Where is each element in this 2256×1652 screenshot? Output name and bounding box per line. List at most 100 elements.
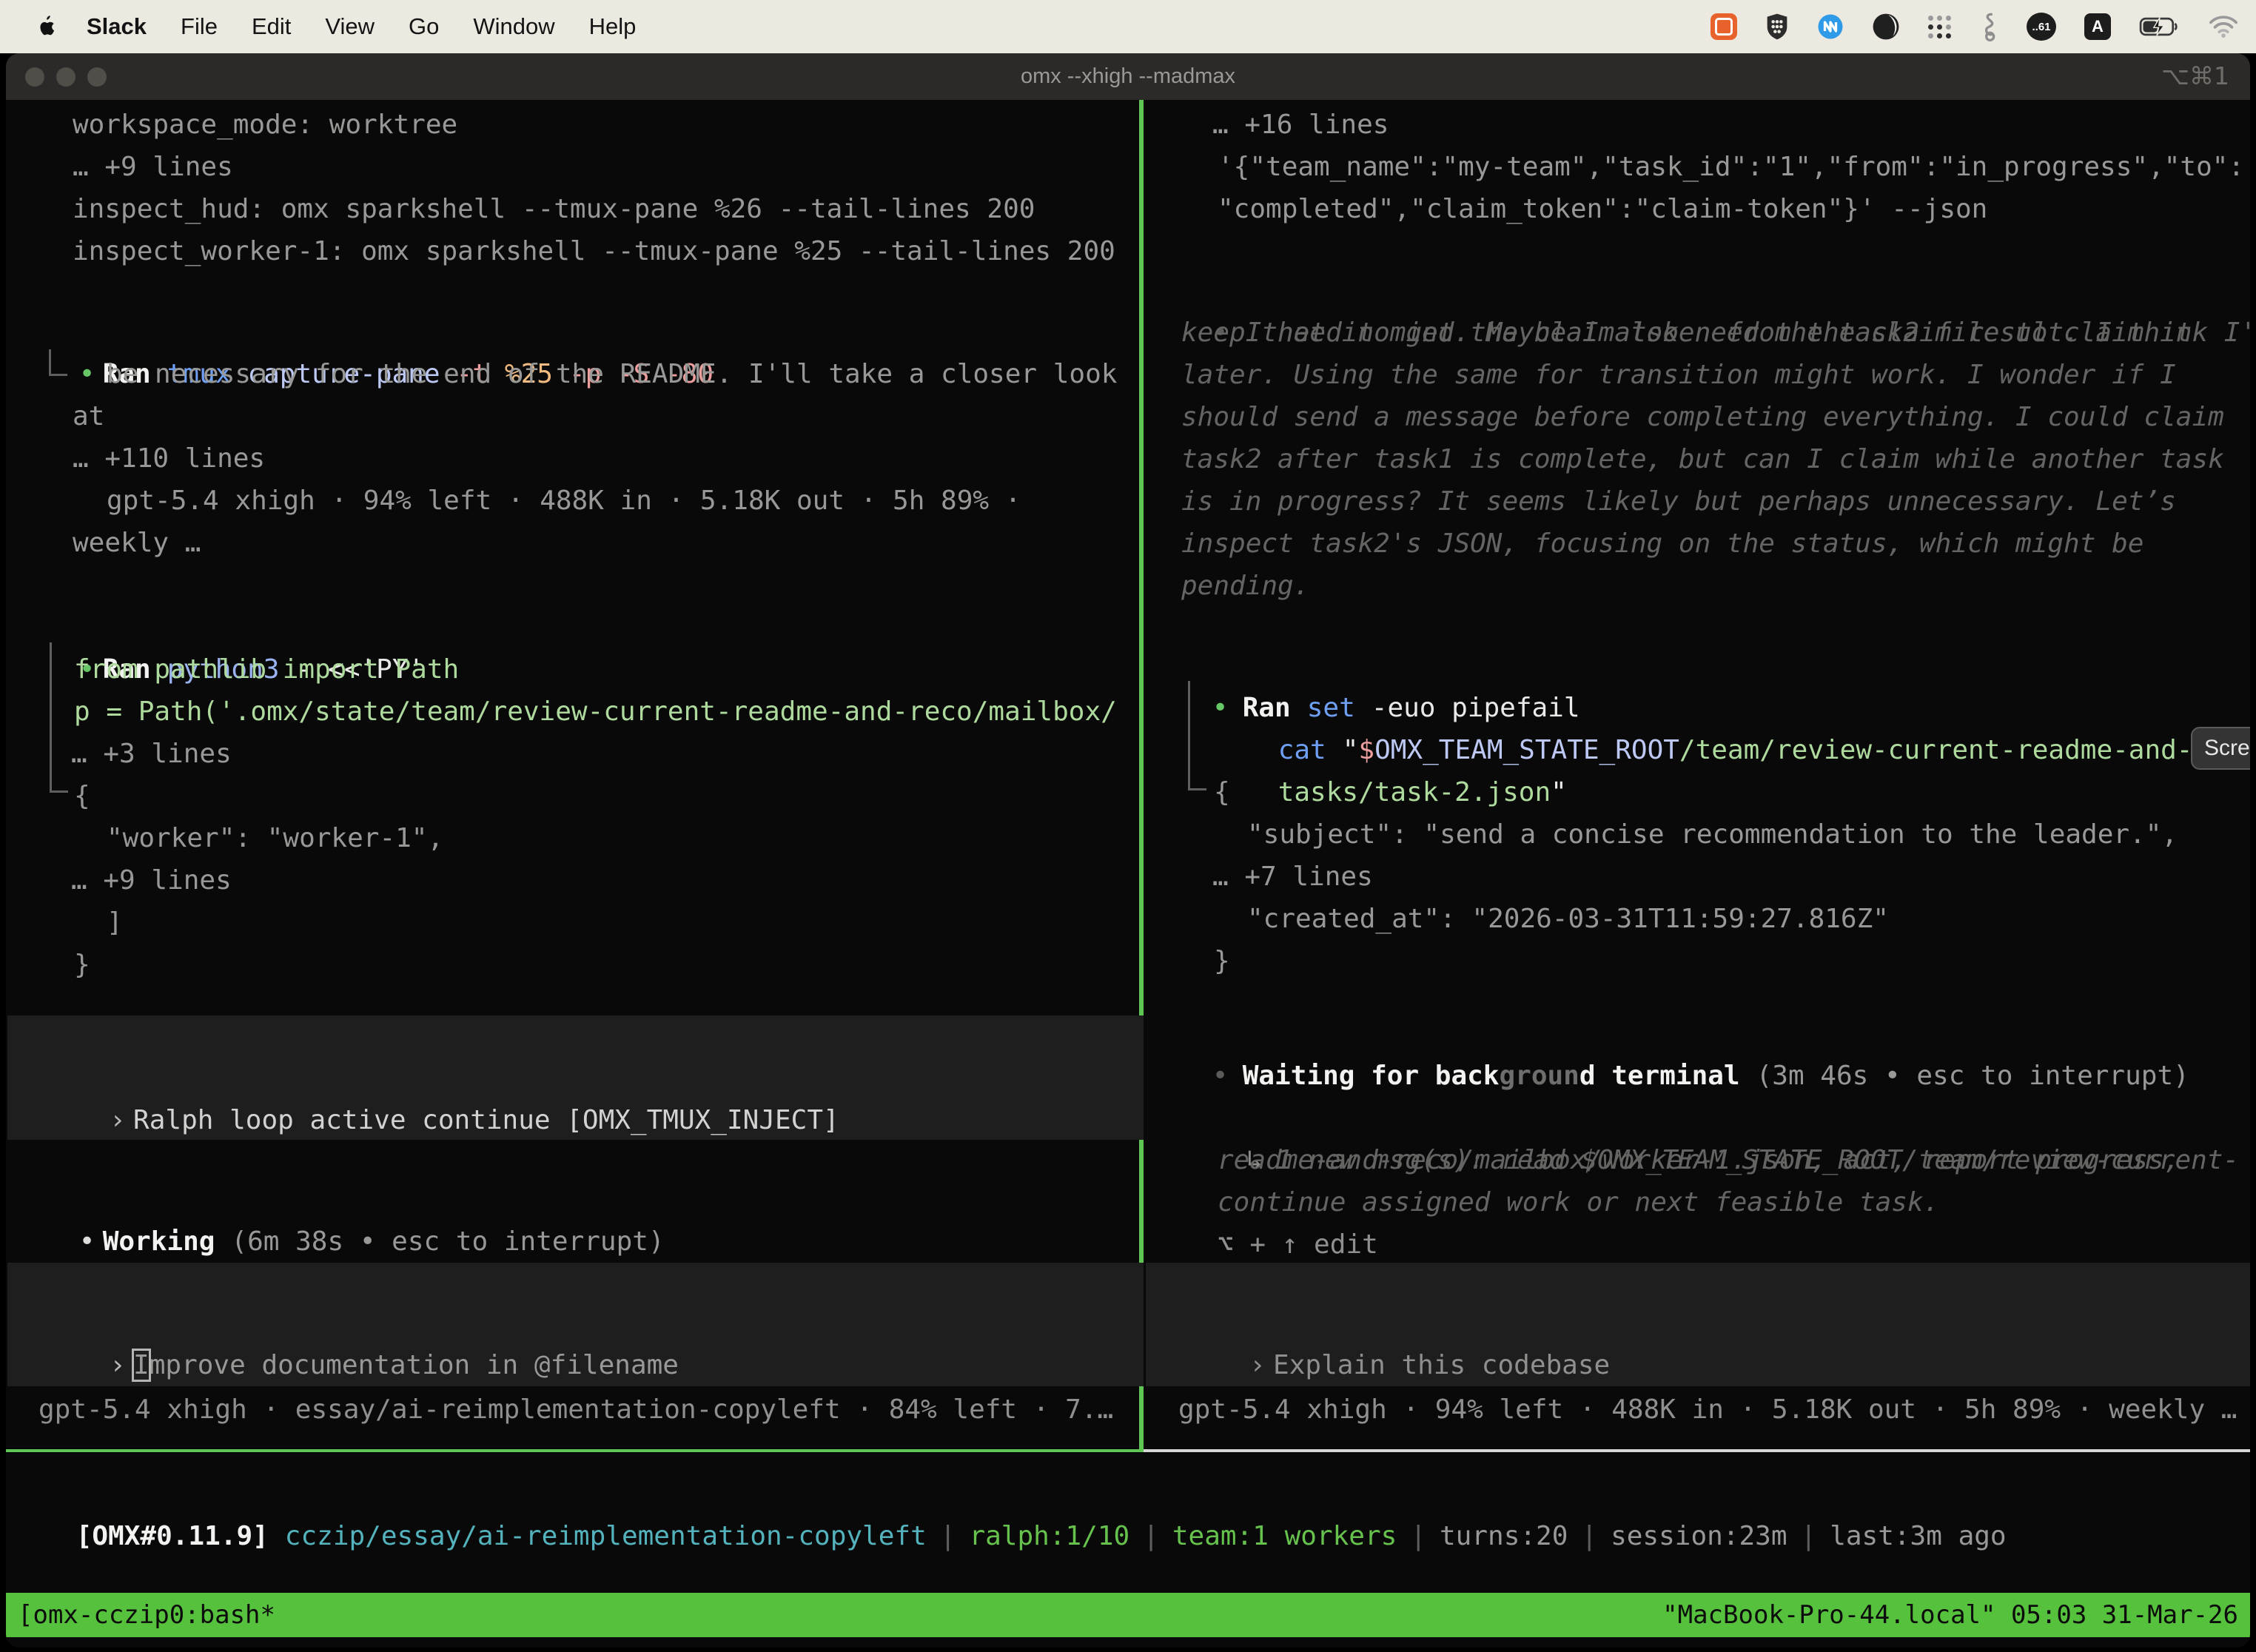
working-meta: (6m 38s • esc to interrupt)	[231, 1226, 664, 1257]
waiting-label: Waiting for back	[1243, 1061, 1500, 1091]
command-output-line: }	[1214, 940, 1230, 982]
menu-view[interactable]: View	[325, 13, 375, 40]
waiting-label: d terminal	[1579, 1061, 1740, 1091]
omx-project: cczip/essay/ai-reimplementation-copyleft	[285, 1521, 927, 1551]
ralph-notice-text: Ralph loop active continue [OMX_TMUX_INJ…	[133, 1105, 839, 1135]
macos-menu-bar: Slack File Edit View Go Window Help	[0, 0, 2256, 53]
thinking-line: inspect task2's JSON, focusing on the st…	[1181, 523, 2143, 565]
right-prompt-input[interactable]: ›Explain this codebase	[1146, 1263, 2250, 1386]
menu-file[interactable]: File	[181, 13, 218, 40]
scrollback-line: inspect_hud: omx sparkshell --tmux-pane …	[73, 188, 1035, 230]
command-output-line: {	[1214, 771, 1230, 813]
menu-edit[interactable]: Edit	[252, 13, 291, 40]
thinking-line: task2 after task1 is complete, but can I…	[1181, 438, 2224, 480]
omx-last-activity: last:3m ago	[1830, 1521, 2006, 1551]
working-label: Working	[103, 1226, 215, 1257]
command-output-line: be necessary for the end of the README. …	[107, 353, 1117, 395]
command-output-line: ]	[107, 901, 123, 944]
menu-go[interactable]: Go	[409, 13, 439, 40]
ralph-notice-panel: ›Ralph loop active continue [OMX_TMUX_IN…	[7, 1015, 1144, 1140]
omx-version: [OMX#0.11.9]	[76, 1521, 269, 1551]
tmux-status-bar: [omx-cczip0:bash* "MacBook-Pro-44.local"…	[6, 1593, 2250, 1637]
scrollback-line: '{"team_name":"my-team","task_id":"1","f…	[1218, 146, 2244, 188]
command-output-line: "subject": "send a concise recommendatio…	[1247, 813, 2178, 856]
thinking-line: pending.	[1181, 565, 1309, 607]
collapsed-lines-indicator[interactable]: … +9 lines	[71, 859, 232, 901]
prompt-placeholder: mprove documentation in @filename	[150, 1350, 679, 1380]
window-title-bar[interactable]: omx --xhigh --madmax ⌥⌘1	[6, 53, 2250, 100]
output-tree-connector	[49, 349, 67, 376]
menu-bar-status-icons: ..61 A	[1711, 12, 2238, 41]
omx-team-workers: team:1 workers	[1172, 1521, 1397, 1551]
menu-help[interactable]: Help	[589, 13, 637, 40]
dark-moon-icon[interactable]	[1872, 13, 1900, 41]
omx-turns: turns:20	[1440, 1521, 1568, 1551]
spinner-bullet-icon: •	[79, 1220, 103, 1263]
posture-icon[interactable]	[1979, 12, 1998, 41]
scrollback-line: "completed","claim_token":"claim-token"}…	[1218, 188, 1987, 230]
mailbox-note-line: readme-and-reco/mailbox/worker-1.json, a…	[1218, 1139, 2180, 1181]
command-output-line: "created_at": "2026-03-31T11:59:27.816Z"	[1247, 898, 1889, 940]
keyboard-layout-icon[interactable]: A	[2084, 13, 2111, 40]
omx-status-bar: [OMX#0.11.9] cczip/essay/ai-reimplementat…	[12, 1473, 2007, 1599]
separator: |	[1581, 1521, 1597, 1551]
thinking-line: should send a message before completing …	[1181, 396, 2224, 438]
code-line: p = Path('.omx/state/team/review-current…	[74, 691, 1117, 733]
omx-ralph-counter: ralph:1/10	[969, 1521, 1129, 1551]
collapsed-lines-indicator[interactable]: … +7 lines	[1212, 856, 1373, 898]
command-output-line: at	[73, 395, 104, 437]
left-pane-status-line: gpt-5.4 xhigh · essay/ai-reimplementatio…	[38, 1389, 1113, 1431]
blue-badge-icon[interactable]	[1817, 13, 1844, 40]
command-output-line: "worker": "worker-1",	[107, 817, 443, 859]
left-prompt-input[interactable]: ›Improve documentation in @filename	[7, 1263, 1144, 1386]
omx-session-time: session:23m	[1611, 1521, 1787, 1551]
separator: |	[940, 1521, 956, 1551]
prompt-placeholder: Explain this codebase	[1273, 1350, 1610, 1380]
command-output-line: {	[74, 775, 90, 817]
code-line: from pathlib import Path	[74, 648, 459, 691]
collapsed-lines-indicator[interactable]: … +110 lines	[73, 437, 265, 480]
scrollback-line: workspace_mode: worktree	[73, 104, 457, 146]
spinner-bullet-icon: •	[1212, 1055, 1243, 1097]
chat-app-icon[interactable]	[1711, 13, 1737, 40]
shield-grid-icon[interactable]	[1765, 13, 1789, 41]
collapsed-lines-indicator[interactable]: … +9 lines	[73, 146, 233, 188]
dots-grid-icon[interactable]	[1928, 16, 1951, 38]
battery-icon[interactable]	[2139, 16, 2181, 38]
pane-divider-vertical[interactable]	[1139, 100, 1144, 1452]
active-app-menu[interactable]: Slack	[87, 13, 147, 40]
left-pane-bottom-border	[6, 1449, 1144, 1452]
scrollback-line: inspect_worker-1: omx sparkshell --tmux-…	[73, 230, 1115, 272]
tmux-host-and-clock: "MacBook-Pro-44.local" 05:03 31-Mar-26	[1662, 1593, 2238, 1637]
thinking-line: later. Using the same for transition mig…	[1181, 354, 2176, 396]
prompt-chevron-icon: ›	[110, 1344, 133, 1386]
right-pane-status-line: gpt-5.4 xhigh · 94% left · 488K in · 5.1…	[1178, 1389, 2237, 1431]
edit-shortcut-hint[interactable]: ⌥ + ↑ edit	[1218, 1223, 1378, 1266]
quote-token: "	[1551, 777, 1567, 807]
collapsed-lines-indicator[interactable]: … +3 lines	[71, 733, 232, 775]
separator: |	[1801, 1521, 1817, 1551]
ralph-notice-line: ›Ralph loop active continue [OMX_TMUX_IN…	[13, 1057, 839, 1183]
screenshot-tooltip-chip[interactable]: Scre	[2191, 727, 2250, 770]
thinking-line: is in progress? It seems likely but perh…	[1181, 480, 2176, 523]
prompt-chevron-icon: ›	[1249, 1344, 1273, 1386]
right-pane-bottom-border	[1144, 1449, 2250, 1452]
command-output-line: gpt-5.4 xhigh · 94% left · 488K in · 5.1…	[107, 480, 1021, 522]
mailbox-note-line: continue assigned work or next feasible …	[1218, 1181, 1939, 1223]
wifi-icon[interactable]	[2209, 15, 2238, 38]
output-tree-connector	[1188, 681, 1206, 790]
command-output-line: weekly …	[73, 522, 201, 564]
collapsed-lines-indicator[interactable]: … +16 lines	[1212, 104, 1389, 146]
path-token: tasks/task-2.json	[1278, 777, 1551, 807]
command-output-line: }	[74, 944, 90, 986]
battery-percent-badge[interactable]: ..61	[2027, 13, 2056, 41]
apple-menu-icon[interactable]	[36, 15, 56, 38]
window-shortcut-hint: ⌥⌘1	[2161, 61, 2229, 90]
separator: |	[1410, 1521, 1426, 1551]
output-tree-connector	[50, 642, 68, 793]
tmux-session-name[interactable]: [omx-cczip0:bash*	[18, 1593, 275, 1637]
text-cursor[interactable]: I	[133, 1350, 150, 1380]
menu-window[interactable]: Window	[473, 13, 554, 40]
waiting-meta: (3m 46s • esc to interrupt)	[1756, 1061, 2189, 1091]
chevron-icon: ›	[110, 1099, 133, 1141]
